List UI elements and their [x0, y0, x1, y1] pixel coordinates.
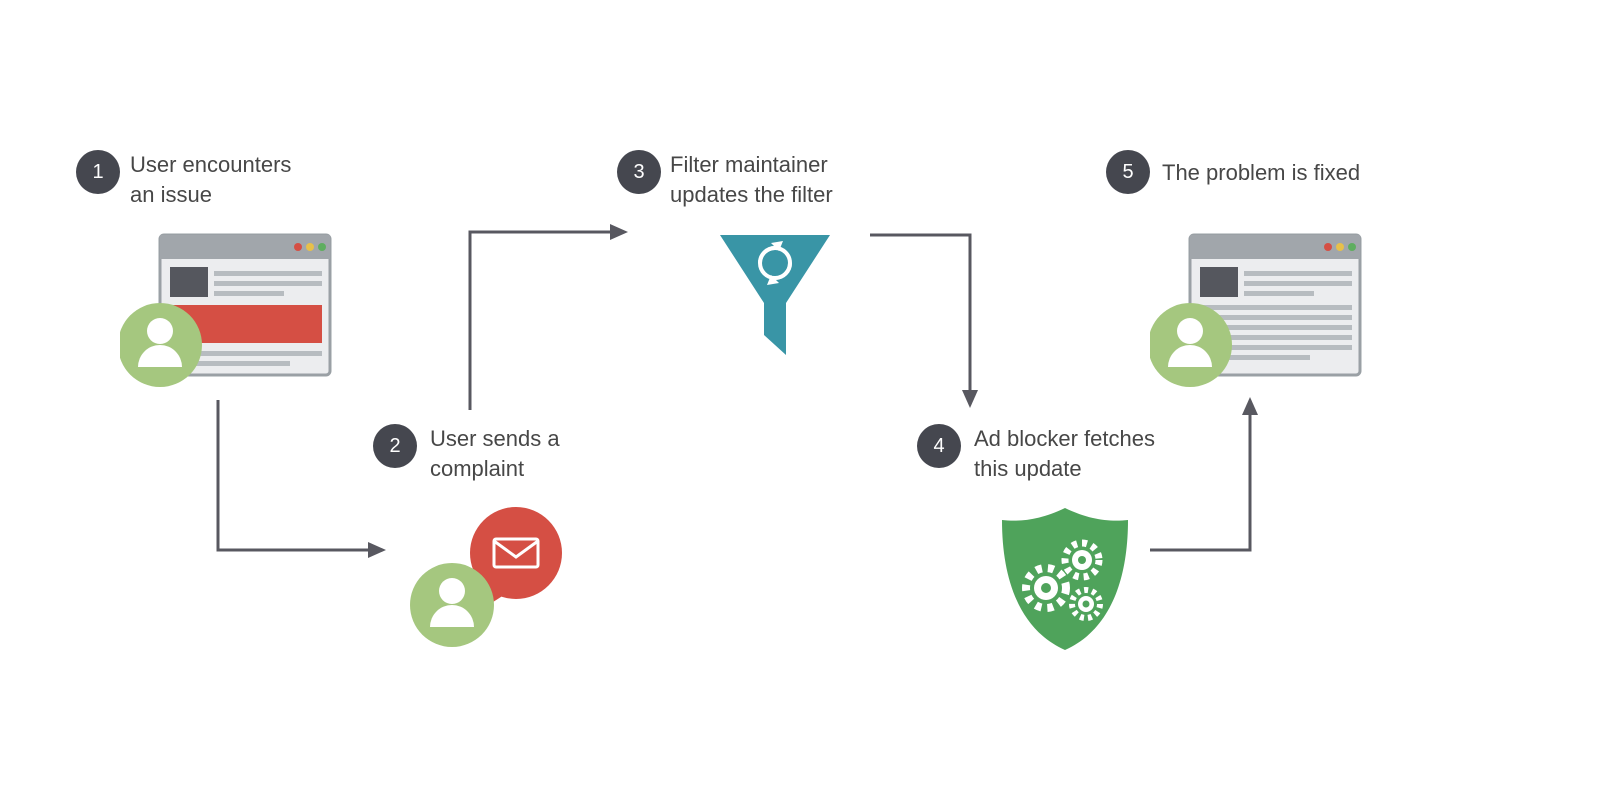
step-4-line1: Ad blocker fetches [974, 426, 1155, 451]
diagram-stage: 1 User encounters an issue 2 User sends … [0, 0, 1600, 800]
step-3-badge: 3 [617, 150, 661, 194]
funnel-refresh-icon [710, 225, 840, 365]
shield-gears-icon [990, 500, 1140, 660]
step-3-label: Filter maintainer updates the filter [670, 150, 890, 209]
arrow-4-to-5 [1150, 395, 1280, 565]
step-3-line1: Filter maintainer [670, 152, 828, 177]
step-2-label: User sends a complaint [430, 424, 610, 483]
step-2-badge: 2 [373, 424, 417, 468]
arrow-3-to-4 [870, 225, 1000, 420]
browser-ad-icon [120, 225, 340, 395]
step-1-label: User encounters an issue [130, 150, 330, 209]
step-1-line1: User encounters [130, 152, 291, 177]
step-1-line2: an issue [130, 182, 212, 207]
arrow-1-to-2 [208, 400, 398, 590]
step-2-line2: complaint [430, 456, 524, 481]
arrow-2-to-3 [460, 220, 640, 420]
step-5-label: The problem is fixed [1162, 158, 1422, 188]
step-3-line2: updates the filter [670, 182, 833, 207]
step-4-badge: 4 [917, 424, 961, 468]
browser-clean-icon [1150, 225, 1370, 395]
step-1-badge: 1 [76, 150, 120, 194]
step-4-line2: this update [974, 456, 1082, 481]
step-5-badge: 5 [1106, 150, 1150, 194]
step-5-line1: The problem is fixed [1162, 160, 1360, 185]
user-mail-icon [400, 495, 580, 655]
step-2-line1: User sends a [430, 426, 560, 451]
